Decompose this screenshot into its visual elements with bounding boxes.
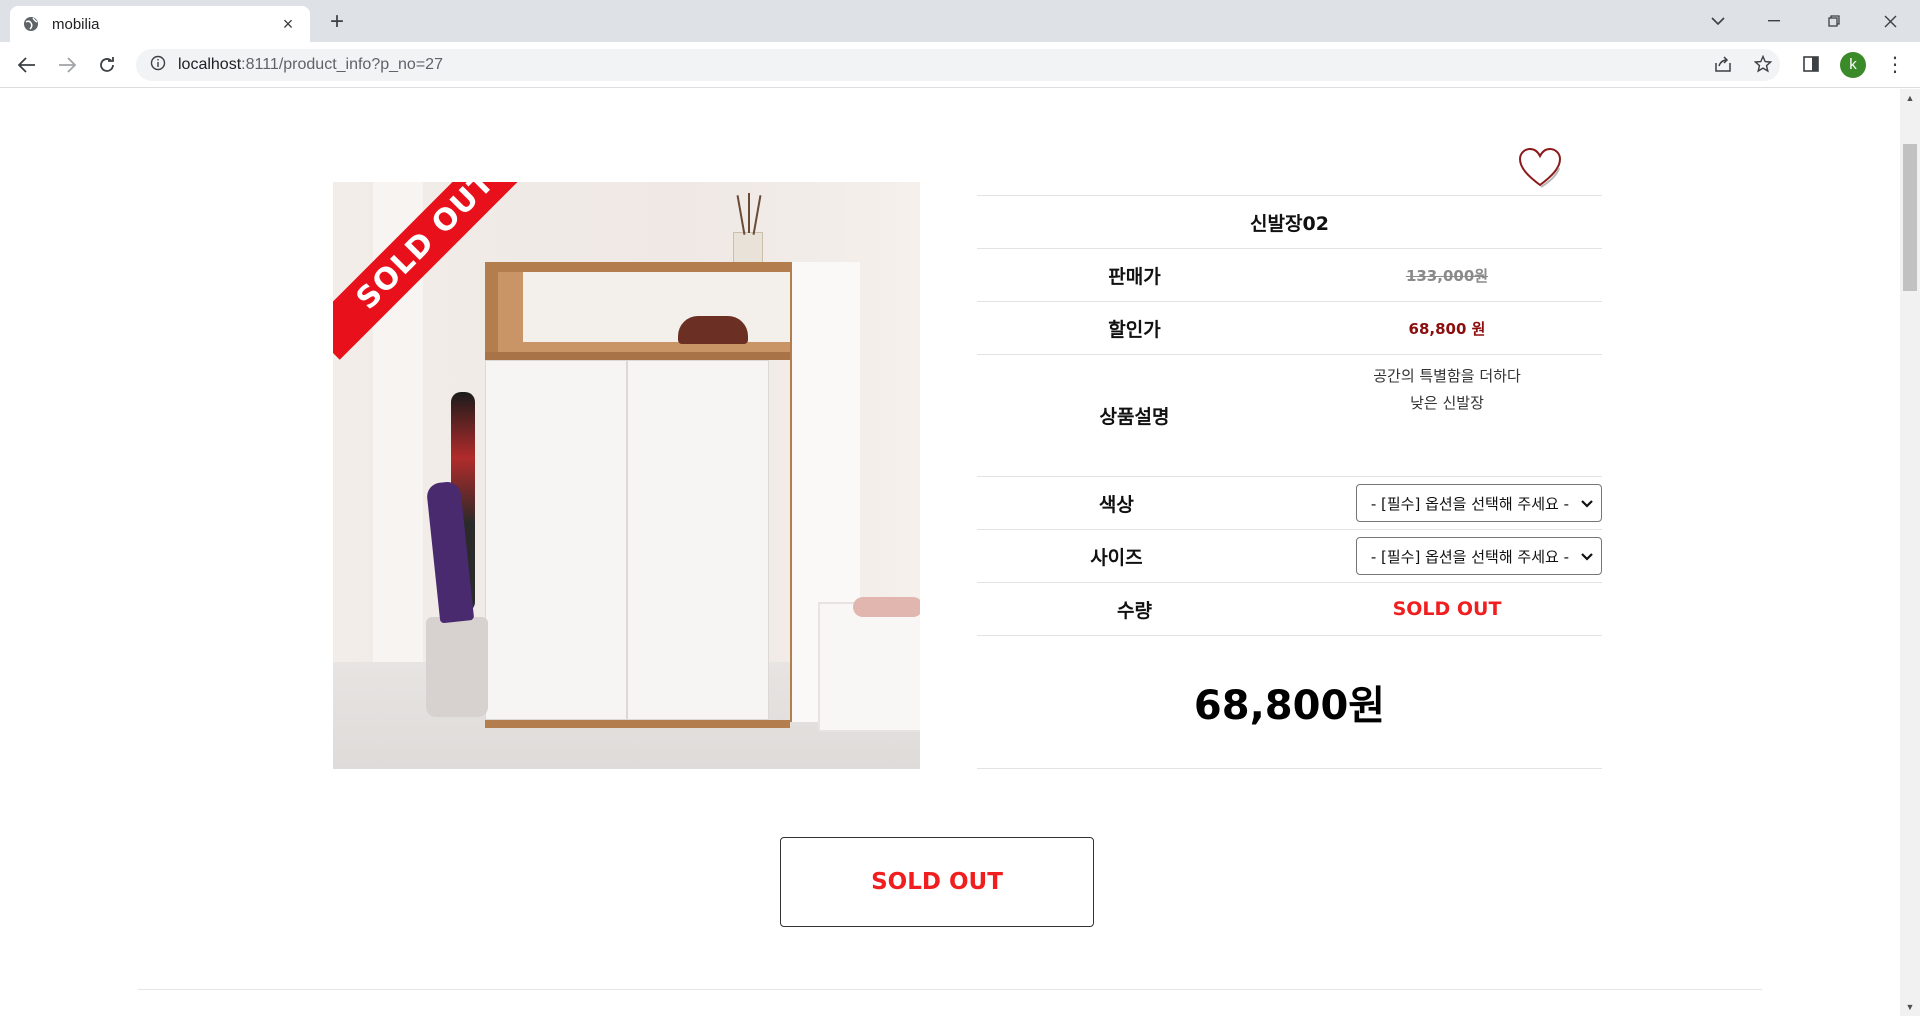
forward-icon[interactable] xyxy=(52,50,82,80)
image-shelf-back xyxy=(523,272,790,342)
quantity-row: 수량 SOLD OUT xyxy=(977,582,1602,635)
scroll-up-icon[interactable]: ▲ xyxy=(1900,89,1920,107)
close-window-icon[interactable] xyxy=(1862,0,1918,42)
sale-label: 할인가 xyxy=(1108,318,1161,341)
total-price: 68,800원 xyxy=(1193,683,1386,729)
sale-price: 68,800 원 xyxy=(1408,319,1486,338)
color-select[interactable]: - [필수] 옵션을 선택해 주세요 - xyxy=(1355,484,1602,522)
restore-icon[interactable] xyxy=(1806,0,1862,42)
scroll-thumb[interactable] xyxy=(1903,144,1917,291)
product-image: SOLD OUT xyxy=(333,182,920,769)
image-cabinet-divider xyxy=(485,352,815,360)
size-select[interactable]: - [필수] 옵션을 선택해 주세요 - xyxy=(1355,537,1602,575)
image-diffuser xyxy=(733,193,763,264)
sale-row: 할인가 68,800 원 xyxy=(977,301,1602,354)
color-label: 색상 xyxy=(1098,493,1134,516)
reload-icon[interactable] xyxy=(92,50,122,80)
scroll-down-icon[interactable]: ▼ xyxy=(1900,998,1920,1016)
product-info-table: 신발장02 판매가 133,000원 할인가 68,800 원 상품설명 공간의… xyxy=(977,195,1602,769)
page-content: SOLD OUT 신발장02 판매가 133,000원 할인가 68,800 원… xyxy=(0,89,1900,1016)
image-cabinet-top xyxy=(485,262,815,272)
description-row: 상품설명 공간의 특별함을 더하다 낮은 신발장 xyxy=(977,354,1602,476)
share-icon[interactable] xyxy=(1708,49,1738,79)
page-scrollbar[interactable]: ▲ ▼ xyxy=(1900,89,1920,1016)
quantity-status: SOLD OUT xyxy=(1392,598,1502,620)
description-line: 공간의 특별함을 더하다 xyxy=(1373,367,1521,385)
chevron-down-icon xyxy=(1581,494,1593,512)
image-cabinet-base xyxy=(485,720,790,728)
image-slippers xyxy=(853,597,920,617)
name-row: 신발장02 xyxy=(977,195,1602,248)
divider xyxy=(138,989,1762,990)
browser-tab[interactable]: mobilia × xyxy=(10,6,310,42)
total-row: 68,800원 xyxy=(977,635,1602,769)
minimize-icon[interactable] xyxy=(1746,0,1802,42)
size-label: 사이즈 xyxy=(1090,546,1143,569)
description-text: 공간의 특별함을 더하다 낮은 신발장 xyxy=(1292,355,1602,417)
product-name: 신발장02 xyxy=(1250,212,1329,235)
color-select-value: - [필수] 옵션을 선택해 주세요 - xyxy=(1370,494,1569,513)
size-select-value: - [필수] 옵션을 선택해 주세요 - xyxy=(1370,547,1569,566)
info-icon[interactable] xyxy=(150,55,166,76)
tab-strip: mobilia × + xyxy=(0,0,1920,42)
chevron-down-icon xyxy=(1581,547,1593,565)
size-row: 사이즈 - [필수] 옵션을 선택해 주세요 - xyxy=(977,529,1602,582)
image-door xyxy=(485,360,627,720)
image-shoes xyxy=(678,316,748,344)
quantity-label: 수량 xyxy=(1117,599,1152,622)
price-row: 판매가 133,000원 xyxy=(977,248,1602,301)
image-stick xyxy=(748,193,750,233)
url-text: localhost:8111/product_info?p_no=27 xyxy=(178,56,443,74)
menu-dots-icon[interactable]: ⋮ xyxy=(1880,50,1910,80)
color-row: 색상 - [필수] 옵션을 선택해 주세요 - xyxy=(977,476,1602,529)
side-panel-icon[interactable] xyxy=(1796,49,1826,79)
url-path: :8111/product_info?p_no=27 xyxy=(241,56,443,73)
description-label: 상품설명 xyxy=(1099,406,1170,428)
image-shoe-rack xyxy=(818,602,920,732)
new-tab-button[interactable]: + xyxy=(322,8,352,36)
description-line: 낮은 신발장 xyxy=(1410,394,1484,412)
tab-close-icon[interactable]: × xyxy=(278,14,298,35)
tab-title: mobilia xyxy=(52,15,100,33)
image-umbrella-pot xyxy=(426,617,488,717)
image-door xyxy=(627,360,769,720)
original-price: 133,000원 xyxy=(1405,266,1489,285)
tab-search-icon[interactable] xyxy=(1690,0,1746,42)
address-bar[interactable]: localhost:8111/product_info?p_no=27 xyxy=(136,49,1780,81)
back-icon[interactable] xyxy=(12,50,42,80)
price-label: 판매가 xyxy=(1108,265,1161,288)
sold-out-button[interactable]: SOLD OUT xyxy=(780,837,1094,927)
wishlist-heart-icon[interactable] xyxy=(1518,147,1562,188)
profile-avatar[interactable]: k xyxy=(1840,52,1866,78)
url-host: localhost xyxy=(178,56,242,73)
bookmark-star-icon[interactable] xyxy=(1748,49,1778,79)
globe-icon xyxy=(22,15,40,33)
toolbar: localhost:8111/product_info?p_no=27 k ⋮ xyxy=(0,42,1920,88)
